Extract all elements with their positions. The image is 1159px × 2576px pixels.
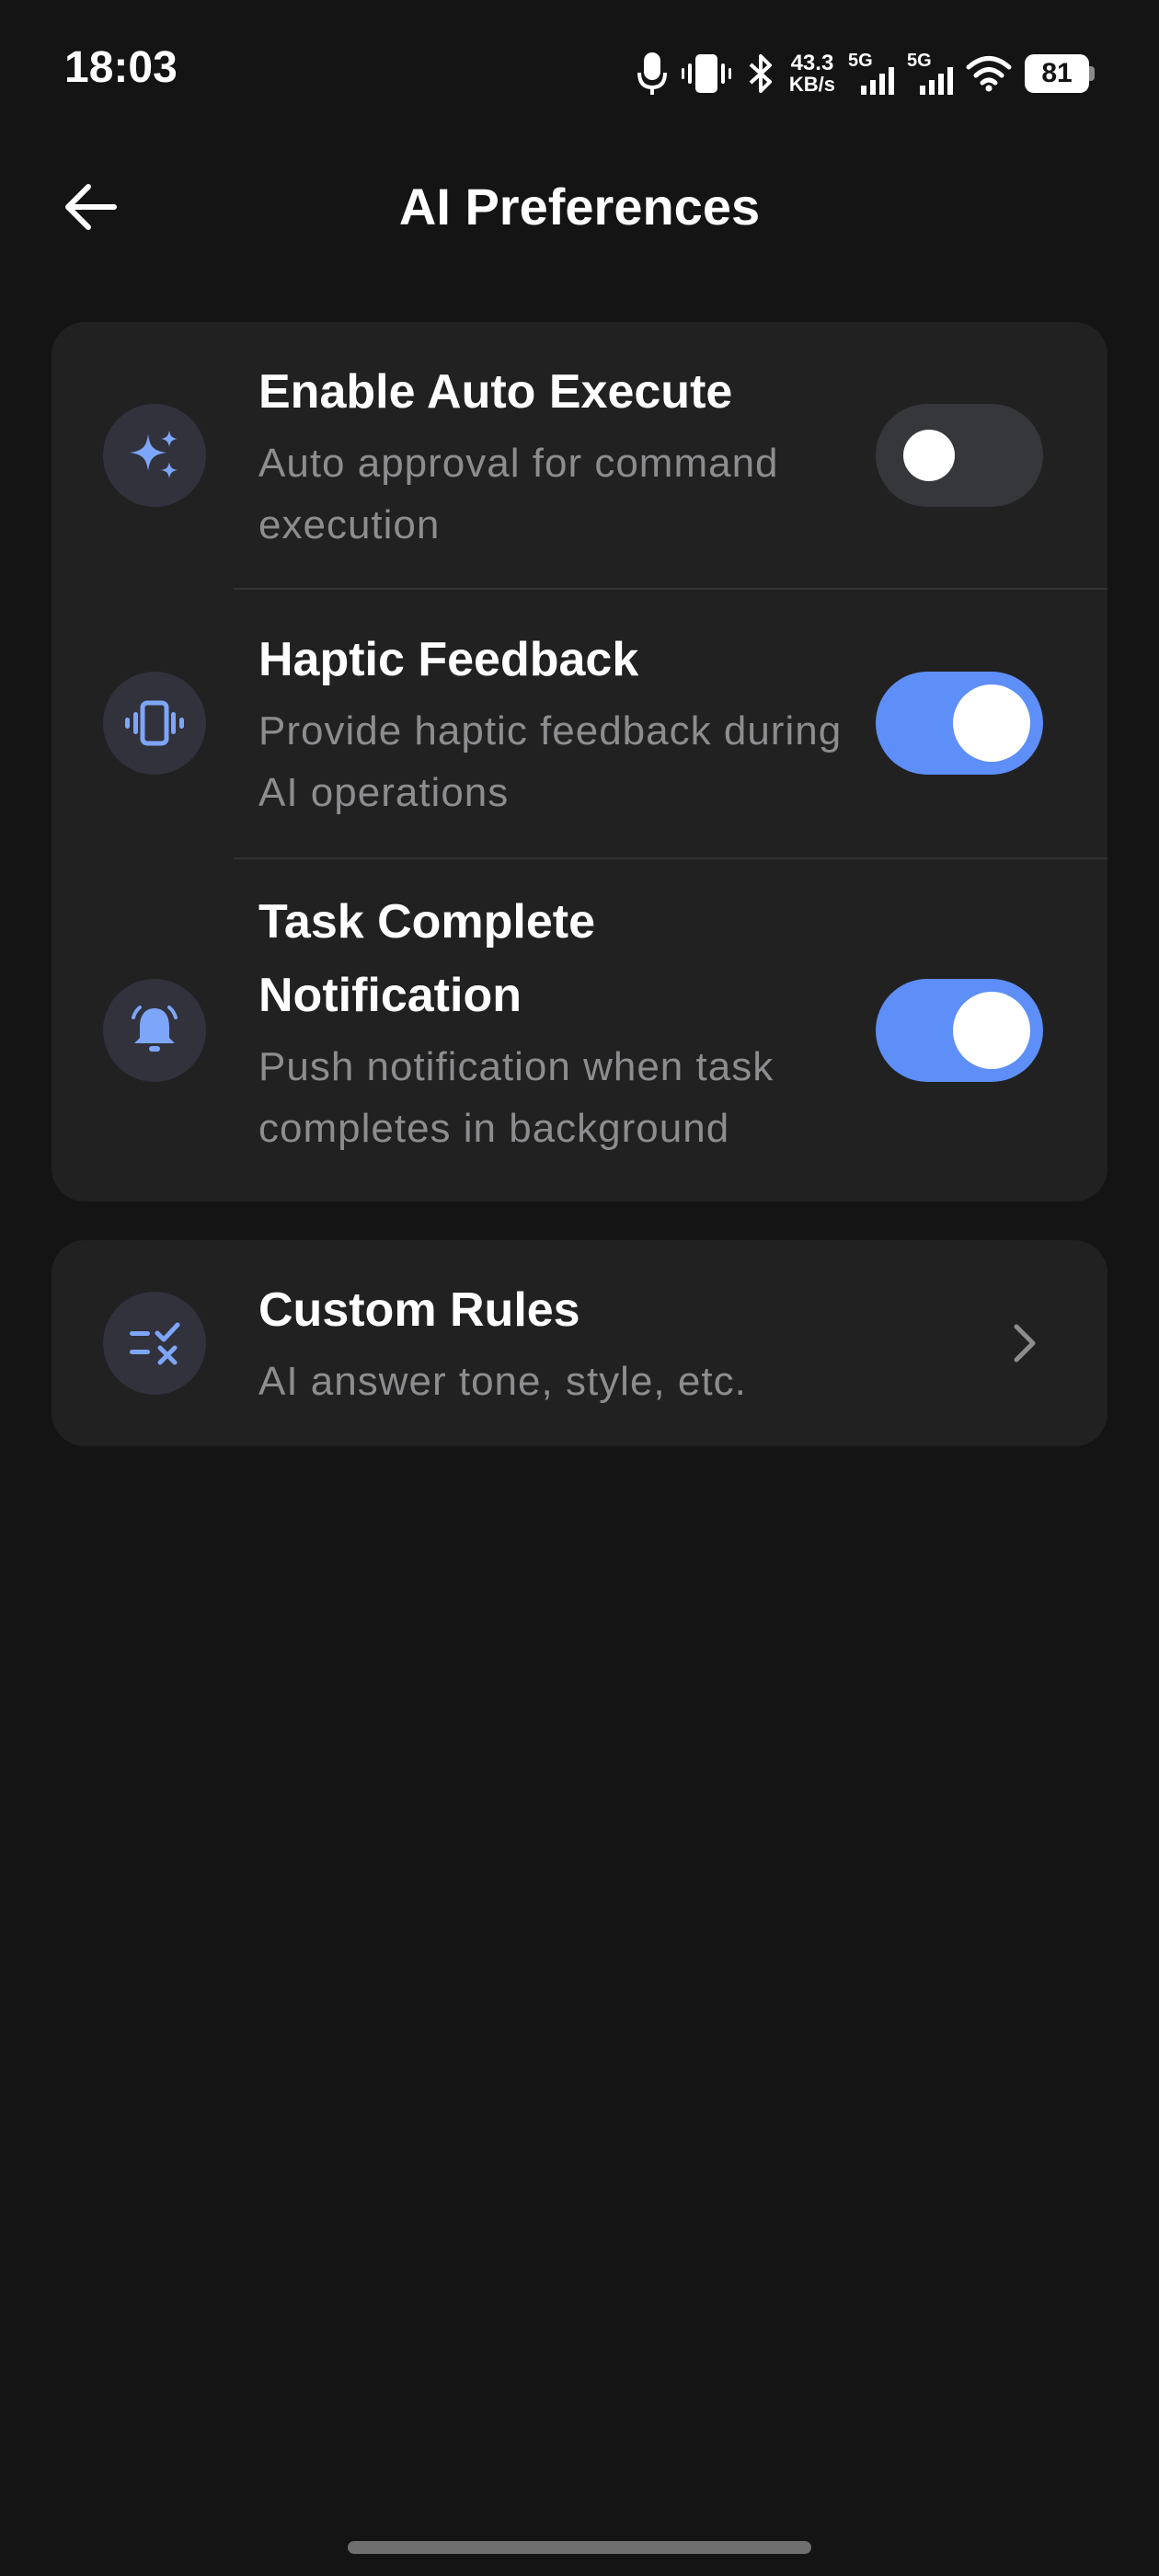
microphone-icon [637,52,667,95]
custom-rules-description: AI answer tone, style, etc. [258,1359,747,1404]
bell-icon [103,979,206,1082]
rules-list-icon [103,1292,206,1395]
bluetooth-icon [749,54,772,93]
vibrate-icon [681,54,731,93]
home-indicator[interactable] [348,2541,811,2554]
setting-row-haptic-feedback[interactable]: Haptic Feedback Provide haptic feedback … [52,590,1107,858]
setting-description: Push notification when task completes in… [258,1044,775,1151]
auto-execute-toggle[interactable] [876,404,1043,507]
custom-rules-item[interactable]: Custom Rules AI answer tone, style, etc. [52,1240,1107,1446]
vibrate-icon [103,672,206,775]
custom-rules-title: Custom Rules [258,1283,580,1337]
toggle-knob [953,992,1030,1069]
status-bar: 18:03 43.3 KB/s 5G 5G 81 [0,0,1159,147]
setting-row-auto-execute[interactable]: Enable Auto Execute Auto approval for co… [52,322,1107,589]
setting-title: Enable Auto Execute [258,365,733,419]
wifi-icon [966,56,1012,92]
haptic-feedback-toggle[interactable] [876,672,1043,775]
chevron-right-icon [997,1316,1052,1371]
setting-row-task-notification[interactable]: Task Complete Notification Push notifica… [52,859,1107,1202]
settings-card: Enable Auto Execute Auto approval for co… [52,322,1107,1202]
setting-title: Task Complete Notification [258,895,596,1022]
signal-icon-sim1: 5G [848,51,894,97]
page-title: AI Preferences [398,178,761,236]
toggle-knob [953,684,1030,762]
signal-icon-sim2: 5G [907,51,953,97]
setting-title: Haptic Feedback [258,633,639,686]
sparkles-icon [103,404,206,507]
setting-description: Auto approval for command execution [258,441,779,547]
status-time: 18:03 [64,43,178,92]
toggle-knob [903,430,955,481]
app-header: AI Preferences [0,147,1159,267]
network-speed: 43.3 KB/s [788,51,835,96]
battery-icon: 81 [1025,54,1095,93]
setting-description: Provide haptic feedback during AI operat… [258,708,843,815]
status-icons: 43.3 KB/s 5G 5G 81 [637,46,1095,101]
task-notification-toggle[interactable] [876,979,1043,1082]
